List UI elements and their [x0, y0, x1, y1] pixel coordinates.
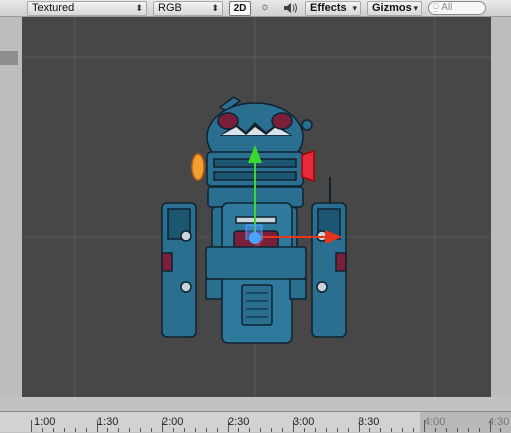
scene-view[interactable]	[22, 17, 491, 397]
timeline-tick	[468, 428, 469, 432]
timeline-tick	[337, 428, 338, 432]
left-panel-tab[interactable]	[0, 51, 18, 65]
timeline-tick	[348, 428, 349, 432]
timeline-tick	[86, 428, 87, 432]
right-panel-edge	[490, 17, 511, 397]
timeline-tick	[53, 428, 54, 432]
timeline-tick	[304, 428, 305, 432]
timeline-ruler[interactable]: 1:00 1:30 2:00 2:30 3:00 3:30 4:00 4:30	[0, 411, 511, 433]
timeline-tick	[380, 428, 381, 432]
timeline-tick	[238, 428, 239, 432]
timeline-label: 4:30	[488, 416, 510, 428]
render-mode-label: RGB	[158, 2, 182, 14]
dropdown-arrows-icon: ⬍	[135, 3, 143, 13]
timeline-label: 1:30	[97, 416, 119, 428]
scene-canvas[interactable]	[22, 17, 491, 397]
timeline-tick	[75, 428, 76, 432]
timeline-tick	[107, 428, 108, 432]
timeline-tick	[129, 428, 130, 432]
sun-icon: ☼	[259, 1, 271, 13]
timeline-tick	[435, 428, 436, 432]
timeline-tick	[217, 428, 218, 432]
timeline-label: 3:30	[358, 416, 380, 428]
timeline-gap	[0, 397, 511, 411]
draw-mode-dropdown[interactable]: Textured ⬍	[27, 1, 147, 16]
chevron-down-icon: ▾	[352, 3, 357, 13]
timeline-tick	[260, 428, 261, 432]
timeline-tick	[369, 428, 370, 432]
timeline-tick	[282, 428, 283, 432]
timeline-label: 1:00	[34, 416, 56, 428]
timeline-tick	[446, 428, 447, 432]
scene-toolbar: Textured ⬍ RGB ⬍ 2D ☼ Effects ▾ Gizmos ▾…	[0, 0, 511, 17]
scene-audio-button[interactable]	[281, 1, 301, 16]
timeline-label: 4:00	[424, 416, 446, 428]
timeline-tick	[195, 428, 196, 432]
timeline-tick	[315, 428, 316, 432]
left-panel-edge	[0, 17, 22, 397]
timeline-tick	[391, 428, 392, 432]
timeline-label: 2:00	[162, 416, 184, 428]
timeline-tick	[206, 428, 207, 432]
scene-lighting-button[interactable]: ☼	[255, 1, 275, 16]
render-mode-dropdown[interactable]: RGB ⬍	[153, 1, 223, 16]
timeline-tick	[479, 428, 480, 432]
timeline-tick	[151, 428, 152, 432]
timeline-tick	[64, 428, 65, 432]
effects-dropdown[interactable]: Effects ▾	[305, 1, 361, 16]
timeline-tick	[140, 428, 141, 432]
gizmos-dropdown[interactable]: Gizmos ▾	[367, 1, 422, 16]
timeline-tick	[118, 428, 119, 432]
search-placeholder: All	[441, 2, 453, 13]
timeline-tick	[31, 420, 32, 432]
timeline-tick	[249, 428, 250, 432]
search-icon: ⍜	[433, 2, 439, 13]
draw-mode-label: Textured	[32, 2, 75, 14]
timeline-tick	[184, 428, 185, 432]
timeline-tick	[402, 428, 403, 432]
gizmo-center[interactable]	[249, 232, 261, 244]
timeline-label: 2:30	[228, 416, 250, 428]
chevron-down-icon: ▾	[413, 3, 418, 13]
timeline-label: 3:00	[293, 416, 315, 428]
dropdown-arrows-icon: ⬍	[211, 3, 219, 13]
effects-label: Effects	[310, 2, 347, 14]
speaker-icon	[284, 3, 297, 13]
timeline-tick	[413, 428, 414, 432]
timeline-tick	[173, 428, 174, 432]
timeline-tick	[457, 428, 458, 432]
toggle-2d-label: 2D	[233, 3, 247, 14]
timeline-tick	[326, 428, 327, 432]
timeline-tick	[500, 428, 501, 432]
gizmos-label: Gizmos	[372, 2, 412, 14]
timeline-tick	[271, 428, 272, 432]
timeline-tick	[42, 428, 43, 432]
scene-search-input[interactable]: ⍜ All	[428, 1, 486, 15]
toggle-2d-button[interactable]: 2D	[229, 1, 251, 16]
